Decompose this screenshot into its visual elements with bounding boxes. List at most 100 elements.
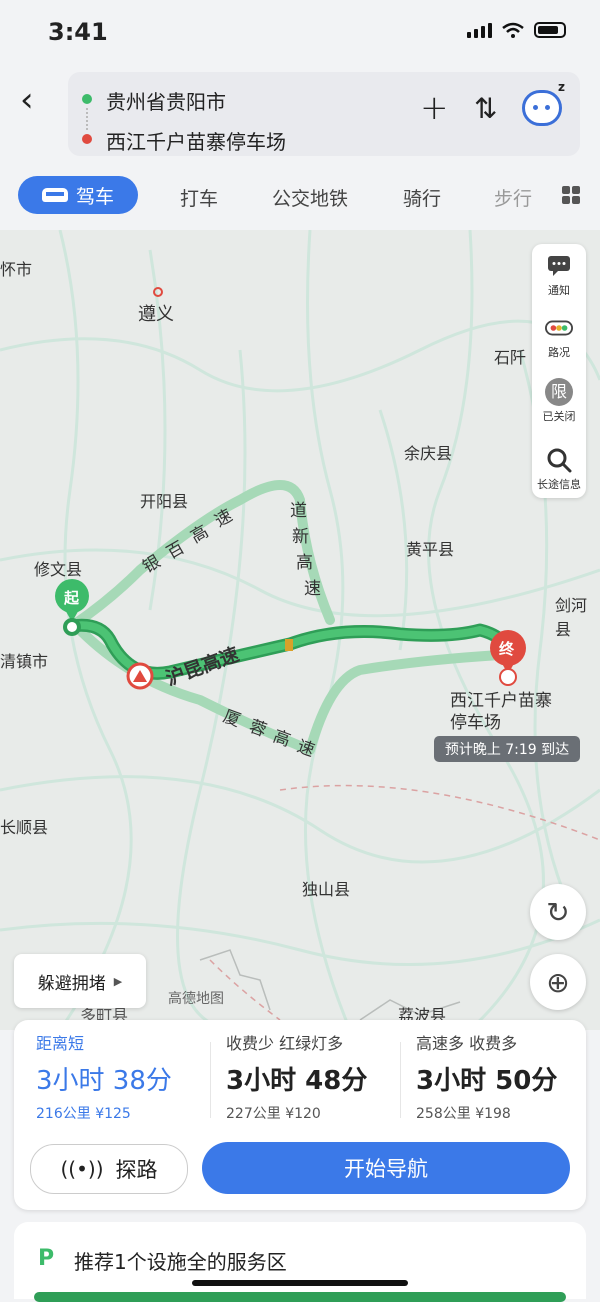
road-label: 高 <box>296 553 313 573</box>
long-trip-label: 长途信息 <box>537 478 581 491</box>
divider <box>400 1042 401 1118</box>
route-meta: 216公里 ¥125 <box>36 1103 216 1123</box>
long-trip-tool[interactable]: 长途信息 <box>532 448 586 492</box>
tab-drive-label: 驾车 <box>75 185 114 208</box>
route-fee: ¥125 <box>95 1106 131 1122</box>
route-options-panel: 距离短 3小时 38分 216公里 ¥125 收费少 红绿灯多 3小时 48分 … <box>14 1020 586 1210</box>
route-fee: ¥120 <box>285 1106 321 1122</box>
city-label: 独山县 <box>302 880 351 899</box>
route-fee: ¥198 <box>475 1106 511 1122</box>
service-area-card[interactable]: P 推荐1个设施全的服务区 <box>14 1222 586 1299</box>
grid-menu-icon[interactable] <box>562 186 580 204</box>
construction-icon <box>126 662 154 690</box>
route-input-box[interactable]: 贵州省贵阳市 西江千户苗寨停车场 + ⇅ z <box>68 72 580 156</box>
city-label: 长顺县 <box>0 818 49 837</box>
search-icon <box>545 448 573 473</box>
traffic-tool[interactable]: 路况 <box>532 316 586 360</box>
route-option-1[interactable]: 距离短 3小时 38分 216公里 ¥125 <box>36 1030 216 1123</box>
traffic-slow-segment <box>285 639 293 651</box>
eta-badge: 预计晚上 7:19 到达 <box>434 736 580 762</box>
service-area-text: 推荐1个设施全的服务区 <box>74 1250 287 1274</box>
play-arrow-icon: ▶ <box>113 974 123 988</box>
city-label: 清镇市 <box>0 652 49 671</box>
route-tag: 距离短 <box>36 1034 85 1053</box>
route-distance: 216公里 <box>36 1106 91 1122</box>
start-navigation-button[interactable]: 开始导航 <box>202 1142 570 1194</box>
add-waypoint-icon[interactable]: + <box>420 88 449 128</box>
swap-route-icon[interactable]: ⇅ <box>474 92 497 125</box>
route-connector <box>86 108 90 130</box>
locate-button[interactable]: ⊕ <box>530 954 586 1010</box>
map-canvas[interactable]: 怀市 遵义 石阡 余庆县 开阳县 黄平县 剑河县 修文县 清镇市 长顺县 独山县… <box>0 230 600 1030</box>
notice-label: 通知 <box>548 284 570 297</box>
tab-transit[interactable]: 公交地铁 <box>272 184 348 211</box>
route-meta: 258公里 ¥198 <box>416 1103 596 1123</box>
route-duration: 3小时 48分 <box>226 1066 368 1096</box>
route-option-2[interactable]: 收费少 红绿灯多 3小时 48分 227公里 ¥120 <box>226 1030 406 1123</box>
notice-tool[interactable]: 通知 <box>532 254 586 298</box>
route-header: ‹ 贵州省贵阳市 西江千户苗寨停车场 + ⇅ z <box>0 64 600 164</box>
route-distance: 227公里 <box>226 1106 281 1122</box>
cellular-signal-icon <box>467 22 492 38</box>
explore-route-label: 探路 <box>115 1158 158 1182</box>
map-side-toolbar: 通知 路况 限 已关闭 长途信息 <box>532 244 586 498</box>
road-label: 道 <box>290 501 307 521</box>
traffic-label: 路况 <box>548 346 570 359</box>
message-icon <box>545 254 573 278</box>
status-bar: 3:41 <box>0 0 600 64</box>
traffic-light-icon <box>545 316 573 340</box>
explore-route-button[interactable]: ((•)) 探路 <box>30 1144 188 1194</box>
sleep-z-icon: z <box>558 80 565 94</box>
route-duration: 3小时 38分 <box>36 1066 172 1096</box>
tab-bike[interactable]: 骑行 <box>403 184 441 211</box>
tab-taxi[interactable]: 打车 <box>180 184 218 211</box>
destination-label: 停车场 <box>450 713 501 733</box>
route-tag: 高速多 收费多 <box>416 1034 518 1053</box>
road-label: 速 <box>304 579 321 599</box>
status-icons <box>467 22 566 38</box>
wifi-icon <box>502 22 524 38</box>
avoid-congestion-label: 躲避拥堵 <box>37 973 106 994</box>
end-marker-label: 终 <box>499 640 515 658</box>
city-label: 余庆县 <box>404 444 453 463</box>
city-label: 石阡 <box>494 348 527 367</box>
route-duration: 3小时 50分 <box>416 1066 558 1096</box>
road-label: 新 <box>292 527 309 547</box>
broadcast-icon: ((•)) <box>60 1157 104 1181</box>
city-label: 剑河县 <box>555 596 588 639</box>
transport-tabs: 驾车 打车 公交地铁 骑行 步行 <box>0 164 600 230</box>
parking-icon: P <box>38 1246 55 1271</box>
divider <box>210 1042 211 1118</box>
city-label: 遵义 <box>138 304 174 325</box>
destination-field[interactable]: 西江千户苗寨停车场 <box>106 126 286 155</box>
city-label: 开阳县 <box>140 492 189 511</box>
service-bar <box>34 1292 566 1302</box>
route-option-3[interactable]: 高速多 收费多 3小时 50分 258公里 ¥198 <box>416 1030 596 1123</box>
avoid-congestion-button[interactable]: 躲避拥堵 ▶ <box>14 954 146 1008</box>
city-label: 修文县 <box>34 560 83 579</box>
assistant-robot-icon[interactable] <box>522 90 562 126</box>
back-chevron-icon[interactable]: ‹ <box>20 80 34 120</box>
city-label: 怀市 <box>0 260 33 279</box>
home-indicator <box>192 1280 408 1286</box>
battery-icon <box>534 22 566 38</box>
route-tag: 收费少 红绿灯多 <box>226 1034 344 1053</box>
origin-dot-icon <box>82 94 92 104</box>
limit-badge: 限 <box>545 378 573 406</box>
restriction-tool[interactable]: 限 已关闭 <box>532 378 586 424</box>
restriction-label: 已关闭 <box>542 410 576 423</box>
tab-walk[interactable]: 步行 <box>494 184 532 211</box>
origin-field[interactable]: 贵州省贵阳市 <box>106 86 226 115</box>
refresh-icon: ↻ <box>546 895 570 929</box>
refresh-button[interactable]: ↻ <box>530 884 586 940</box>
city-label: 黄平县 <box>406 540 455 559</box>
locate-icon: ⊕ <box>546 965 570 999</box>
status-time: 3:41 <box>48 18 108 46</box>
route-distance: 258公里 <box>416 1106 471 1122</box>
map-watermark: 高德地图 <box>168 991 224 1007</box>
destination-dot-icon <box>82 134 92 144</box>
start-marker-label: 起 <box>64 589 80 607</box>
tab-drive[interactable]: 驾车 <box>18 176 138 214</box>
restriction-icon: 限 <box>545 378 573 406</box>
route-meta: 227公里 ¥120 <box>226 1103 406 1123</box>
